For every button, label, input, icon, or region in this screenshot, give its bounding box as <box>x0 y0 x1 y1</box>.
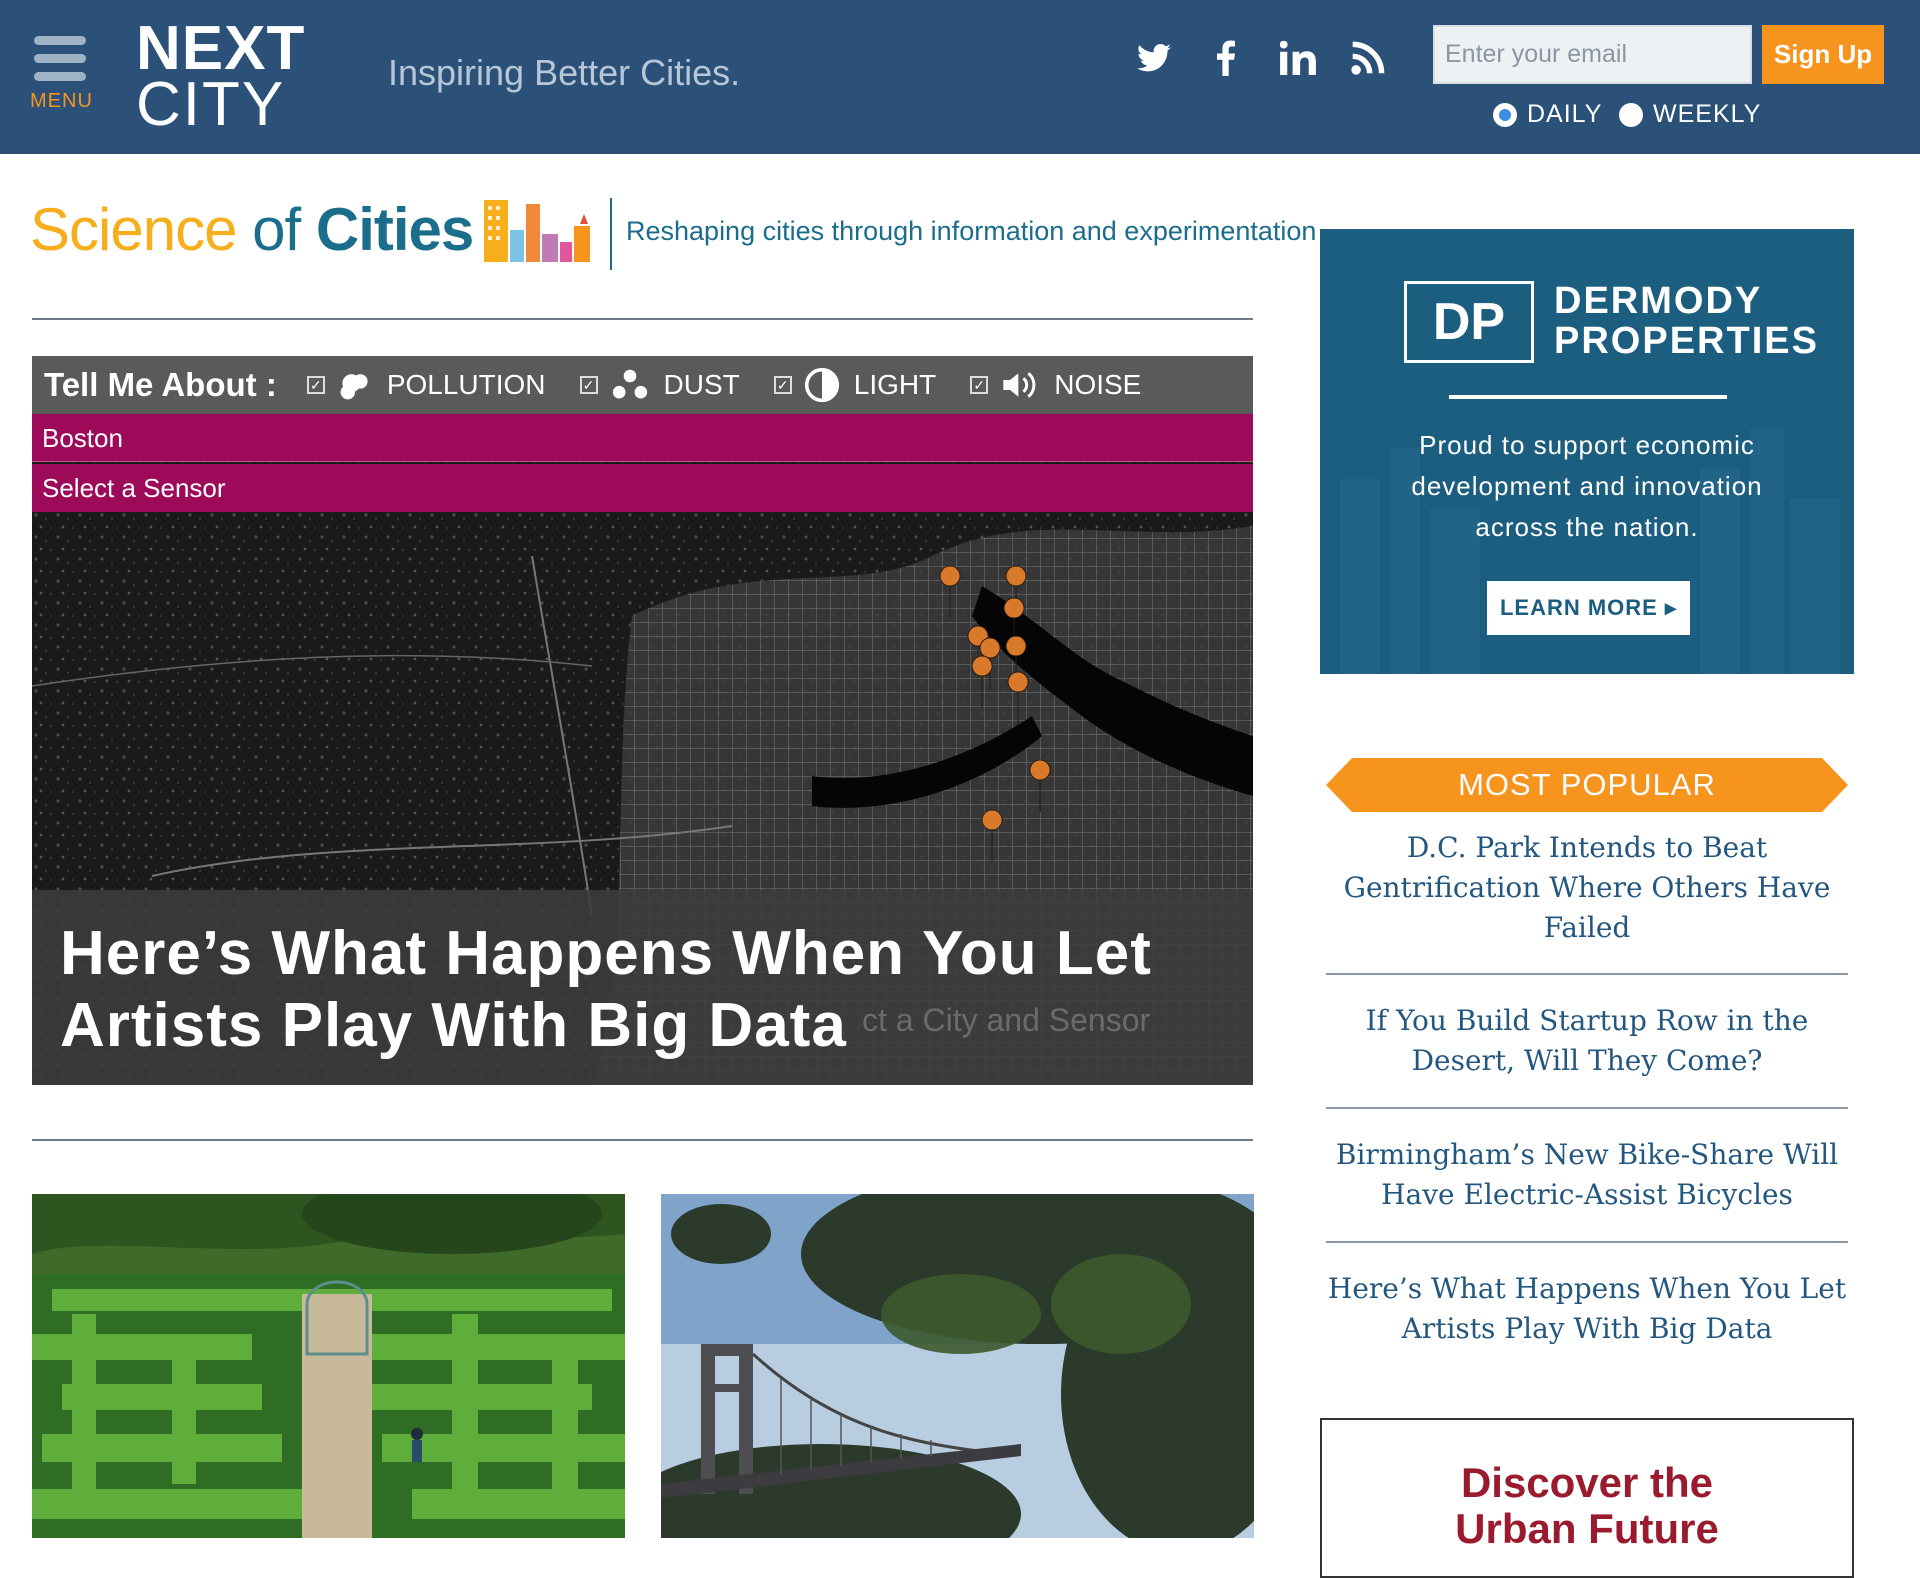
speaker-icon <box>1003 372 1036 398</box>
filter-toolbar: Tell Me About : ✓ POLLUTION ✓ DUST ✓ LIG… <box>32 356 1253 414</box>
popular-article-link[interactable]: Birmingham’s New Bike-Share Will Have El… <box>1326 1135 1848 1215</box>
hero-caption: ct a City and Sensor Here’s What Happens… <box>32 890 1253 1085</box>
article-thumbnail-maze[interactable] <box>32 1194 625 1538</box>
ad-brand: DERMODY PROPERTIES <box>1554 281 1819 361</box>
section-title-part2: of <box>252 196 301 263</box>
linkedin-icon[interactable] <box>1276 36 1320 80</box>
facebook-icon[interactable] <box>1204 36 1248 80</box>
section-title[interactable]: Science of Cities <box>30 200 474 260</box>
hamburger-icon <box>34 36 86 45</box>
divider <box>32 318 1253 320</box>
hero-article[interactable]: Tell Me About : ✓ POLLUTION ✓ DUST ✓ LIG… <box>32 356 1253 1085</box>
sensor-select[interactable]: Select a Sensor <box>32 464 1253 512</box>
toolbar-label: Tell Me About : <box>44 366 277 403</box>
site-tagline: Inspiring Better Cities. <box>388 52 741 93</box>
ad-logo: DP <box>1404 281 1534 363</box>
filter-pollution[interactable]: ✓ POLLUTION <box>306 367 546 403</box>
filter-label: POLLUTION <box>386 369 546 400</box>
radio-daily-label: DAILY <box>1527 100 1603 128</box>
ad-brand-line1: DERMODY <box>1554 280 1763 322</box>
hero-title[interactable]: Here’s What Happens When You Let Artists… <box>60 918 1210 1062</box>
ad-brand-line2: PROPERTIES <box>1554 320 1819 362</box>
filter-light[interactable]: ✓ LIGHT <box>773 367 937 403</box>
popular-article-link[interactable]: Here’s What Happens When You Let Artists… <box>1326 1269 1848 1349</box>
bridge-image <box>661 1194 1254 1538</box>
menu-button[interactable]: MENU <box>30 36 93 120</box>
popular-divider <box>1326 1241 1848 1243</box>
signup-button[interactable]: Sign Up <box>1762 25 1884 84</box>
radio-weekly-label: WEEKLY <box>1653 100 1762 128</box>
checkbox-icon: ✓ <box>970 376 989 394</box>
popular-article-link[interactable]: If You Build Startup Row in the Desert, … <box>1326 1001 1848 1081</box>
site-logo[interactable]: NEXT CITY <box>136 18 305 136</box>
light-icon <box>804 367 839 403</box>
hamburger-icon-bar <box>34 72 86 81</box>
twitter-icon[interactable] <box>1132 36 1176 80</box>
dust-icon <box>612 369 647 399</box>
radio-weekly[interactable]: WEEKLY <box>1619 100 1761 129</box>
section-title-part1: Science <box>30 196 237 263</box>
ad-copy-line2: development and innovation <box>1411 471 1763 501</box>
learn-more-button[interactable]: LEARN MORE ▸ <box>1487 581 1690 635</box>
site-header: MENU NEXT CITY Inspiring Better Cities. … <box>0 0 1920 154</box>
sidebar-ad-urban-future[interactable]: Discover the Urban Future <box>1320 1418 1854 1578</box>
radio-unselected-icon <box>1619 102 1643 127</box>
skyline-icon <box>484 200 590 262</box>
section-title-part3: Cities <box>315 196 474 263</box>
ad2-headline: Discover the Urban Future <box>1322 1460 1852 1552</box>
filter-label: DUST <box>663 369 740 400</box>
logo-line2: CITY <box>136 70 286 139</box>
maze-image <box>32 1194 625 1538</box>
rss-icon[interactable] <box>1346 36 1390 80</box>
filter-noise[interactable]: ✓ NOISE <box>970 368 1141 402</box>
section-tagline: Reshaping cities through information and… <box>626 216 1317 246</box>
ad-copy: Proud to support economic development an… <box>1320 425 1854 548</box>
checkbox-icon: ✓ <box>579 376 598 394</box>
section-divider <box>610 198 612 270</box>
most-popular-heading: MOST POPULAR <box>1326 758 1848 812</box>
popular-divider <box>1326 1107 1848 1109</box>
checkbox-icon: ✓ <box>773 376 792 394</box>
menu-label: MENU <box>30 90 93 112</box>
ad-copy-line1: Proud to support economic <box>1419 430 1755 460</box>
filter-dust[interactable]: ✓ DUST <box>579 367 740 403</box>
ad-divider <box>1449 395 1727 399</box>
email-input[interactable] <box>1433 25 1752 84</box>
ad2-line1: Discover the <box>1460 1459 1714 1506</box>
divider <box>32 1139 1253 1141</box>
article-thumbnail-bridge[interactable] <box>661 1194 1254 1538</box>
ad2-line2: Urban Future <box>1455 1505 1719 1552</box>
radio-daily[interactable]: DAILY <box>1493 100 1602 129</box>
popular-divider <box>1326 973 1848 975</box>
popular-article-link[interactable]: D.C. Park Intends to Beat Gentrification… <box>1326 828 1848 948</box>
filter-label: LIGHT <box>853 369 937 400</box>
cloud-icon <box>340 374 368 400</box>
sidebar-ad-dermody[interactable]: DP DERMODY PROPERTIES Proud to support e… <box>1320 229 1854 674</box>
radio-selected-icon <box>1493 102 1517 127</box>
hamburger-icon-bar <box>34 54 86 63</box>
most-popular-label: MOST POPULAR <box>1458 767 1716 802</box>
ad-copy-line3: across the nation. <box>1475 512 1699 542</box>
filter-label: NOISE <box>1054 369 1142 400</box>
city-select[interactable]: Boston <box>32 414 1253 462</box>
checkbox-icon: ✓ <box>306 376 325 394</box>
